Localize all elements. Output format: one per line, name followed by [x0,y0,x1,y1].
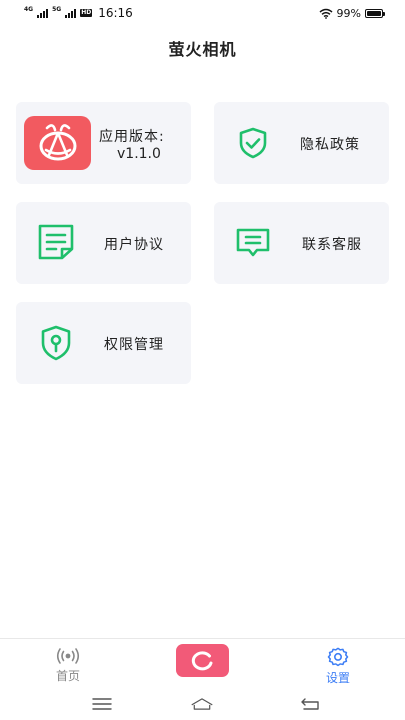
version-title: 应用版本: [99,129,165,145]
camera-button[interactable] [176,644,229,677]
app-logo-icon [24,116,91,170]
bottom-nav: 首页 设置 [0,638,405,688]
camera-ring-icon [191,650,212,670]
network-type-1: 4G [24,6,34,13]
contact-support-card[interactable]: 联系客服 [214,202,389,284]
user-agreement-card[interactable]: 用户协议 [16,202,191,284]
nav-settings[interactable]: 设置 [308,647,368,686]
status-bar-right: 99% [319,6,385,20]
hd-badge: HD [80,9,93,17]
signal-icon [65,8,77,18]
network-type-2: 5G [52,6,62,13]
version-value: v1.1.0 [117,146,161,162]
document-icon [36,223,76,261]
version-card: 应用版本: v1.1.0 [16,102,191,184]
permissions-label: 权限管理 [104,337,164,353]
battery-icon [365,8,385,18]
nav-home-label: 首页 [55,669,80,683]
nav-settings-label: 设置 [325,671,350,685]
permissions-card[interactable]: 权限管理 [16,302,191,384]
privacy-policy-card[interactable]: 隐私政策 [214,102,389,184]
privacy-policy-label: 隐私政策 [300,137,360,153]
menu-icon[interactable] [90,694,114,714]
gear-icon [327,647,349,667]
chat-icon [234,226,272,260]
status-bar-left: 4G 5G HD 16:16 [24,6,133,20]
nav-home[interactable]: 首页 [38,647,98,684]
broadcast-icon [56,648,80,664]
signal-icon [37,8,49,18]
wifi-icon [319,8,333,19]
status-bar: 4G 5G HD 16:16 99% [0,0,405,26]
system-nav-bar [0,688,405,720]
battery-percent: 99% [336,6,361,20]
shield-check-icon [236,126,270,160]
home-icon[interactable] [190,694,214,714]
page-title: 萤火相机 [168,40,237,59]
back-icon[interactable] [298,694,322,714]
user-agreement-label: 用户协议 [104,237,164,253]
contact-support-label: 联系客服 [302,237,362,253]
clock: 16:16 [98,6,133,20]
battery-fill [367,10,381,16]
shield-key-icon [38,324,74,362]
